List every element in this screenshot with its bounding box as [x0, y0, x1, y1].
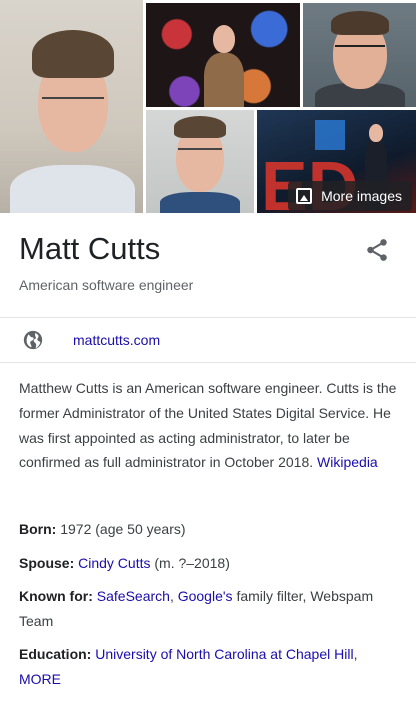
photo-shirt: [10, 165, 135, 213]
image-gallery: ED More images: [0, 0, 416, 213]
photo-glasses: [178, 148, 222, 150]
share-icon[interactable]: [364, 237, 390, 263]
photo-headshot[interactable]: [146, 110, 254, 213]
photo-stage-screen: [315, 120, 345, 150]
separator: ,: [353, 646, 358, 662]
photo-speaker-face: [369, 124, 383, 142]
photo-hair: [331, 11, 389, 35]
google-link[interactable]: Google's: [178, 588, 233, 604]
photo-portrait-main[interactable]: [0, 0, 143, 213]
photo-speaker-body: [204, 53, 244, 107]
fact-known-for: Known for: SafeSearch, Google's family f…: [19, 584, 401, 634]
fact-label: Education:: [19, 646, 92, 662]
fact-label: Born:: [19, 521, 57, 537]
knowledge-panel-header: Matt Cutts American software engineer: [0, 213, 416, 318]
safesearch-link[interactable]: SafeSearch: [97, 588, 170, 604]
fact-education: Education: University of North Carolina …: [19, 642, 401, 692]
website-row: mattcutts.com: [0, 318, 416, 363]
more-images-label: More images: [321, 188, 402, 204]
globe-icon: [23, 330, 43, 350]
photo-ted-stage[interactable]: ED More images: [257, 110, 416, 213]
fact-value: 1972 (age 50 years): [60, 521, 186, 537]
fact-label: Known for:: [19, 588, 93, 604]
photo-shirt: [160, 192, 240, 213]
photo-speaker-face: [213, 25, 235, 53]
photo-smiling[interactable]: [303, 3, 416, 107]
education-link[interactable]: University of North Carolina at Chapel H…: [95, 646, 353, 662]
website-link[interactable]: mattcutts.com: [73, 332, 160, 348]
separator: ,: [169, 588, 174, 604]
fact-born: Born: 1972 (age 50 years): [19, 517, 401, 542]
description: Matthew Cutts is an American software en…: [19, 376, 401, 475]
photo-glasses: [42, 97, 104, 99]
wikipedia-link[interactable]: Wikipedia: [317, 454, 378, 470]
more-link[interactable]: MORE: [19, 671, 61, 687]
spouse-link[interactable]: Cindy Cutts: [78, 555, 150, 571]
photo-glasses: [335, 45, 385, 47]
fact-spouse: Spouse: Cindy Cutts (m. ?–2018): [19, 551, 401, 576]
page-title: Matt Cutts: [19, 231, 161, 266]
more-images-button[interactable]: More images: [288, 181, 412, 211]
fact-label: Spouse:: [19, 555, 75, 571]
photo-ted-talk[interactable]: [146, 3, 300, 107]
photo-hair: [32, 30, 114, 78]
page-subtitle: American software engineer: [19, 277, 194, 293]
image-icon: [296, 188, 313, 204]
fact-value: (m. ?–2018): [154, 555, 230, 571]
photo-hair: [174, 116, 226, 138]
